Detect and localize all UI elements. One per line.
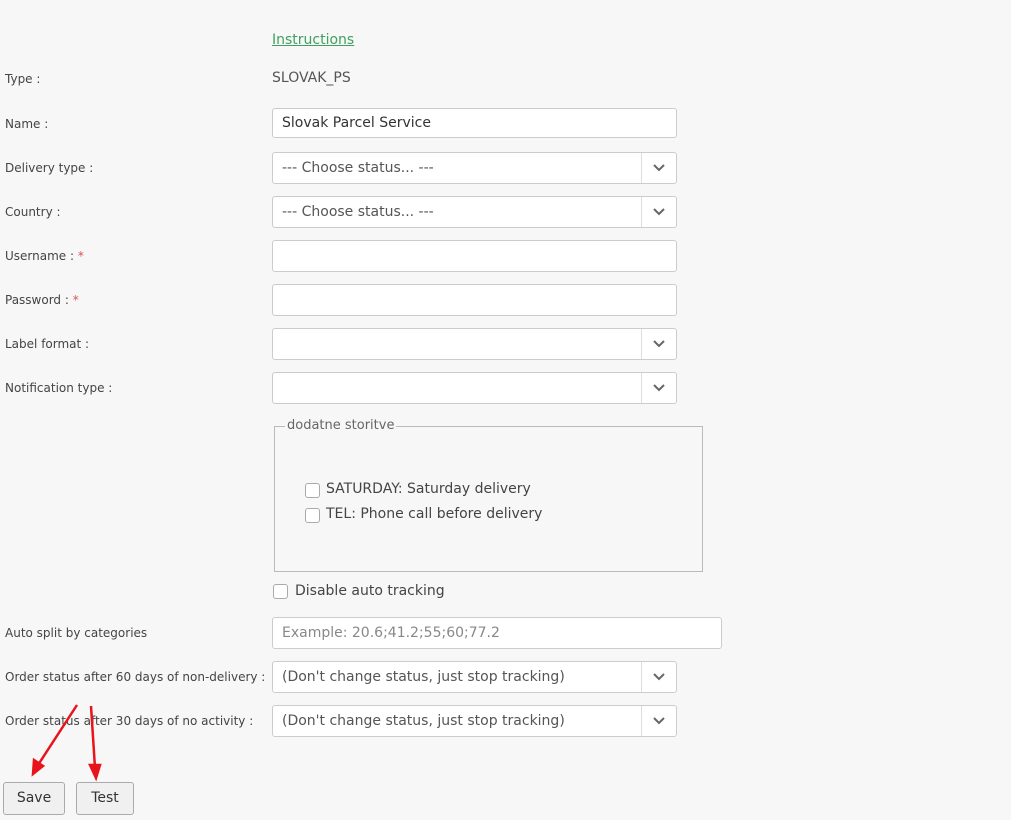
country-label: Country :	[5, 205, 61, 219]
extra-services-fieldset	[274, 426, 703, 572]
password-label: Password : *	[5, 293, 79, 307]
instructions-link[interactable]: Instructions	[272, 32, 354, 48]
status-30-value: (Don't change status, just stop tracking…	[282, 713, 565, 729]
auto-split-label: Auto split by categories	[5, 626, 148, 640]
name-label: Name :	[5, 117, 49, 131]
country-select[interactable]: --- Choose status... ---	[272, 196, 677, 228]
arrow-head-save	[31, 757, 46, 777]
delivery-type-value: --- Choose status... ---	[282, 160, 434, 176]
arrow-head-test	[88, 763, 102, 782]
notification-type-select[interactable]	[272, 372, 677, 404]
chevron-down-icon[interactable]	[641, 329, 676, 359]
chevron-down-icon[interactable]	[641, 373, 676, 403]
password-label-text: Password :	[5, 293, 69, 307]
label-format-select[interactable]	[272, 328, 677, 360]
delivery-type-select[interactable]: --- Choose status... ---	[272, 152, 677, 184]
status-30-select[interactable]: (Don't change status, just stop tracking…	[272, 705, 677, 737]
phone-call-checkbox[interactable]	[305, 508, 320, 523]
phone-call-label: TEL: Phone call before delivery	[326, 506, 543, 522]
saturday-delivery-label: SATURDAY: Saturday delivery	[326, 481, 531, 497]
country-value: --- Choose status... ---	[282, 204, 434, 220]
status-30-label: Order status after 30 days of no activit…	[5, 714, 254, 728]
extra-services-legend: dodatne storitve	[285, 418, 397, 433]
chevron-down-icon[interactable]	[641, 706, 676, 736]
type-value: SLOVAK_PS	[272, 70, 351, 86]
notification-type-label: Notification type :	[5, 381, 113, 395]
saturday-delivery-checkbox[interactable]	[305, 483, 320, 498]
chevron-down-icon[interactable]	[641, 197, 676, 227]
required-marker: *	[77, 249, 84, 263]
test-button[interactable]: Test	[76, 782, 134, 815]
save-button[interactable]: Save	[3, 782, 65, 815]
required-marker: *	[72, 293, 79, 307]
disable-tracking-label: Disable auto tracking	[295, 583, 445, 599]
chevron-down-icon[interactable]	[641, 662, 676, 692]
status-60-label: Order status after 60 days of non-delive…	[5, 670, 266, 684]
username-label-text: Username :	[5, 249, 75, 263]
type-label: Type :	[5, 72, 41, 86]
status-60-value: (Don't change status, just stop tracking…	[282, 669, 565, 685]
status-60-select[interactable]: (Don't change status, just stop tracking…	[272, 661, 677, 693]
username-input[interactable]	[272, 240, 677, 272]
chevron-down-icon[interactable]	[641, 153, 676, 183]
username-label: Username : *	[5, 249, 84, 263]
label-format-label: Label format :	[5, 337, 90, 351]
auto-split-input[interactable]	[272, 617, 722, 649]
password-input[interactable]	[272, 284, 677, 316]
disable-tracking-checkbox[interactable]	[273, 584, 288, 599]
name-input[interactable]	[272, 108, 677, 138]
delivery-type-label: Delivery type :	[5, 161, 94, 175]
